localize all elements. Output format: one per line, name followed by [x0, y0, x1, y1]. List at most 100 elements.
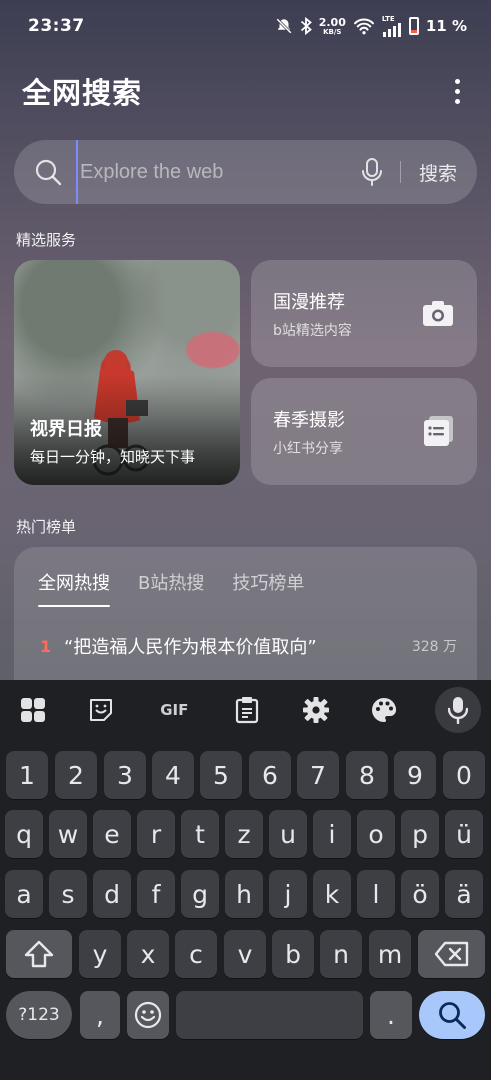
trending-rank: 1: [40, 636, 52, 656]
key-q[interactable]: q: [5, 810, 43, 858]
key-u[interactable]: u: [269, 810, 307, 858]
key-w[interactable]: w: [49, 810, 87, 858]
key-e[interactable]: e: [93, 810, 131, 858]
key-1[interactable]: 1: [6, 751, 48, 799]
key-2[interactable]: 2: [55, 751, 97, 799]
key-t[interactable]: t: [181, 810, 219, 858]
daily-news-title: 视界日报: [30, 419, 102, 440]
mute-icon: [275, 17, 293, 35]
featured-section-label: 精选服务: [16, 231, 77, 249]
letter-row-2: a s d f g h j k l ö ä: [0, 870, 491, 918]
space-key[interactable]: [176, 991, 363, 1039]
key-u-umlaut[interactable]: ü: [445, 810, 483, 858]
palette-icon[interactable]: [367, 693, 401, 727]
dot: [454, 78, 460, 84]
battery-percent: 11 %: [425, 17, 467, 35]
signal-icon: LTE: [382, 15, 402, 37]
network-speed: 2.00 KB/S: [318, 15, 346, 36]
dot: [454, 88, 460, 94]
key-i[interactable]: i: [313, 810, 351, 858]
emoji-icon: [134, 1001, 162, 1029]
key-x[interactable]: x: [127, 930, 169, 978]
shift-key[interactable]: [6, 930, 72, 978]
bluetooth-icon: [300, 17, 312, 35]
key-a-umlaut[interactable]: ä: [445, 870, 483, 918]
camera-icon: [423, 301, 453, 326]
tab-bilibili[interactable]: B站热搜: [138, 569, 204, 607]
search-input[interactable]: [76, 140, 352, 204]
key-k[interactable]: k: [313, 870, 351, 918]
settings-icon[interactable]: [299, 693, 333, 727]
letter-row-1: q w e r t z u i o p ü: [0, 810, 491, 858]
backspace-icon: [434, 941, 468, 967]
apps-icon[interactable]: [16, 693, 50, 727]
bottom-row: ?123 , .: [0, 991, 491, 1039]
search-bar[interactable]: 搜索: [14, 140, 477, 204]
key-o[interactable]: o: [357, 810, 395, 858]
header: 全网搜索: [22, 66, 469, 116]
card-subtitle: 小红书分享: [273, 441, 343, 457]
key-9[interactable]: 9: [394, 751, 436, 799]
card-title: 春季摄影: [273, 410, 345, 431]
card-subtitle: b站精选内容: [273, 323, 352, 339]
page-title: 全网搜索: [22, 76, 143, 110]
key-g[interactable]: g: [181, 870, 219, 918]
anime-recommend-card[interactable]: 国漫推荐 b站精选内容: [251, 260, 477, 367]
spring-photo-card[interactable]: 春季摄影 小红书分享: [251, 378, 477, 485]
key-y[interactable]: y: [79, 930, 121, 978]
trending-section-label: 热门榜单: [16, 518, 77, 536]
trending-item[interactable]: 1 “把造福人民作为根本价值取向” 328 万: [40, 633, 457, 659]
symbols-key[interactable]: ?123: [6, 991, 72, 1039]
status-time: 23:37: [28, 16, 85, 36]
notes-icon: [424, 416, 453, 446]
key-z[interactable]: z: [225, 810, 263, 858]
key-f[interactable]: f: [137, 870, 175, 918]
key-o-umlaut[interactable]: ö: [401, 870, 439, 918]
key-3[interactable]: 3: [104, 751, 146, 799]
tab-all-web[interactable]: 全网热搜: [38, 569, 110, 607]
search-icon: [439, 1002, 466, 1029]
search-icon: [35, 159, 62, 186]
keyboard: GIF 1 2 3 4 5 6 7 8 9 0 q w e r t z u i: [0, 680, 491, 1080]
status-bar: 23:37 2.00 KB/S LTE 11 %: [0, 0, 491, 52]
shift-icon: [24, 940, 54, 968]
key-v[interactable]: v: [224, 930, 266, 978]
key-j[interactable]: j: [269, 870, 307, 918]
keyboard-search-key[interactable]: [419, 991, 485, 1039]
key-n[interactable]: n: [320, 930, 362, 978]
gif-button[interactable]: GIF: [152, 693, 196, 727]
daily-news-card[interactable]: 视界日报 每日一分钟，知晓天下事: [14, 260, 240, 485]
tab-tips[interactable]: 技巧榜单: [232, 569, 304, 607]
key-8[interactable]: 8: [346, 751, 388, 799]
more-options-button[interactable]: [445, 74, 469, 108]
clipboard-icon[interactable]: [230, 693, 264, 727]
daily-news-subtitle: 每日一分钟，知晓天下事: [30, 448, 196, 466]
search-button[interactable]: 搜索: [419, 159, 457, 186]
sticker-icon[interactable]: [84, 693, 118, 727]
key-c[interactable]: c: [175, 930, 217, 978]
card-title: 国漫推荐: [273, 292, 345, 313]
key-a[interactable]: a: [5, 870, 43, 918]
letter-row-3: y x c v b n m: [0, 930, 491, 978]
key-s[interactable]: s: [49, 870, 87, 918]
key-p[interactable]: p: [401, 810, 439, 858]
key-period[interactable]: .: [370, 991, 412, 1039]
voice-search-icon[interactable]: [360, 157, 384, 187]
wifi-icon: [353, 17, 375, 35]
key-b[interactable]: b: [272, 930, 314, 978]
key-0[interactable]: 0: [443, 751, 485, 799]
key-6[interactable]: 6: [249, 751, 291, 799]
status-icons: 2.00 KB/S LTE 11 %: [275, 15, 467, 37]
key-d[interactable]: d: [93, 870, 131, 918]
backspace-key[interactable]: [418, 930, 485, 978]
emoji-key[interactable]: [127, 991, 169, 1039]
key-comma[interactable]: ,: [80, 991, 120, 1039]
key-7[interactable]: 7: [297, 751, 339, 799]
voice-input-mic-icon[interactable]: [434, 687, 481, 733]
key-h[interactable]: h: [225, 870, 263, 918]
key-l[interactable]: l: [357, 870, 395, 918]
key-m[interactable]: m: [369, 930, 411, 978]
key-4[interactable]: 4: [152, 751, 194, 799]
key-5[interactable]: 5: [200, 751, 242, 799]
key-r[interactable]: r: [137, 810, 175, 858]
